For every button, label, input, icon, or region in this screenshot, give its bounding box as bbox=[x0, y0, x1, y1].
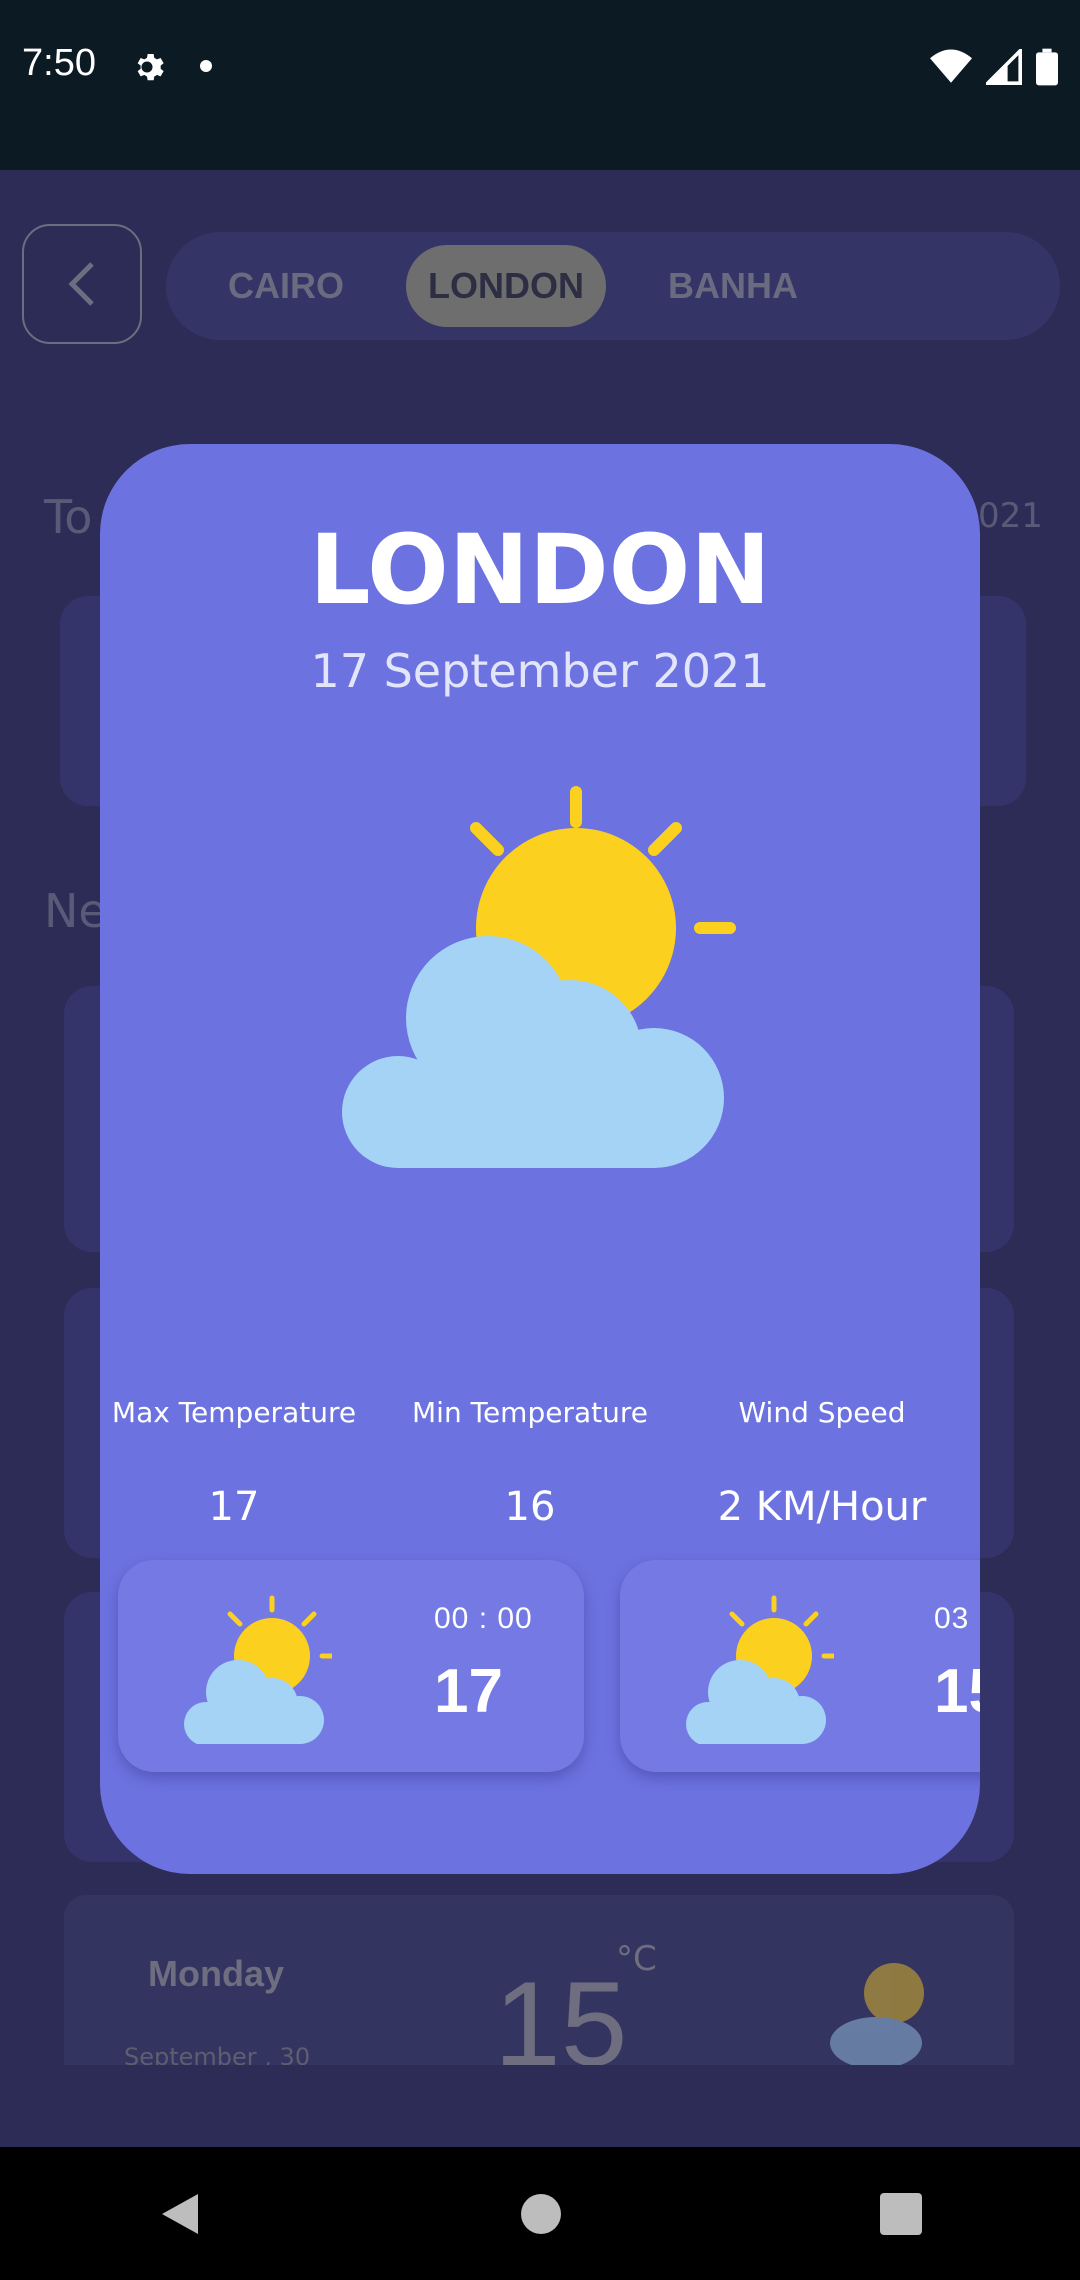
hour-time: 03 bbox=[934, 1602, 970, 1635]
partly-cloudy-icon bbox=[342, 786, 736, 1168]
tab-banha[interactable]: BANHA bbox=[646, 245, 820, 327]
wind-speed-label: Wind Speed bbox=[738, 1396, 906, 1429]
forecast-temp: 15 bbox=[494, 1957, 628, 2065]
back-triangle-icon[interactable] bbox=[158, 2190, 202, 2238]
next-days-label: Ne bbox=[44, 884, 107, 938]
tab-cairo[interactable]: CAIRO bbox=[206, 245, 366, 327]
modal-date: 17 September 2021 bbox=[310, 644, 770, 698]
partly-cloudy-icon bbox=[830, 1963, 924, 2065]
hour-temp: 17 bbox=[434, 1657, 503, 1726]
system-nav-bar bbox=[0, 2147, 1080, 2280]
hourly-card[interactable]: 00 : 00 17 bbox=[118, 1560, 584, 1772]
battery-icon bbox=[1036, 48, 1058, 86]
hourly-card[interactable]: 03 15 bbox=[620, 1560, 980, 1772]
modal-city-name: LONDON bbox=[309, 514, 771, 626]
max-temp-label: Max Temperature bbox=[111, 1396, 357, 1429]
hour-temp: 15 bbox=[934, 1657, 980, 1726]
forecast-date: September , 30 bbox=[124, 2043, 311, 2065]
notification-dot-icon bbox=[200, 60, 212, 72]
weather-detail-modal: LONDON 17 September 2021 Max Temperature… bbox=[100, 444, 980, 1874]
signal-icon bbox=[986, 49, 1022, 85]
status-bar: 7:50 bbox=[0, 0, 1080, 170]
home-circle-icon[interactable] bbox=[519, 2192, 563, 2236]
wind-speed-value: 2 KM/Hour bbox=[717, 1484, 927, 1530]
city-tabs: CAIRO LONDON BANHA bbox=[166, 232, 1060, 340]
forecast-card-monday[interactable]: Monday September , 30 15 °C bbox=[64, 1895, 1014, 2065]
tab-london[interactable]: LONDON bbox=[406, 245, 606, 327]
wifi-icon bbox=[930, 49, 972, 83]
settings-gear-icon bbox=[137, 54, 164, 81]
forecast-unit: °C bbox=[616, 1939, 657, 1979]
min-temp-label: Min Temperature bbox=[412, 1396, 648, 1429]
status-time: 7:50 bbox=[22, 42, 96, 84]
system-icons bbox=[930, 44, 1058, 90]
recents-square-icon[interactable] bbox=[879, 2192, 922, 2235]
forecast-day: Monday bbox=[148, 1953, 285, 1994]
partly-cloudy-icon bbox=[184, 1595, 332, 1744]
hour-time: 00 : 00 bbox=[434, 1602, 533, 1635]
min-temp-value: 16 bbox=[504, 1484, 556, 1530]
back-button[interactable] bbox=[22, 224, 142, 344]
partly-cloudy-icon bbox=[686, 1595, 834, 1744]
today-date: 021 bbox=[978, 496, 1043, 536]
max-temp-value: 17 bbox=[208, 1484, 260, 1530]
chevron-left-icon bbox=[68, 262, 94, 306]
today-label: To bbox=[44, 490, 93, 544]
